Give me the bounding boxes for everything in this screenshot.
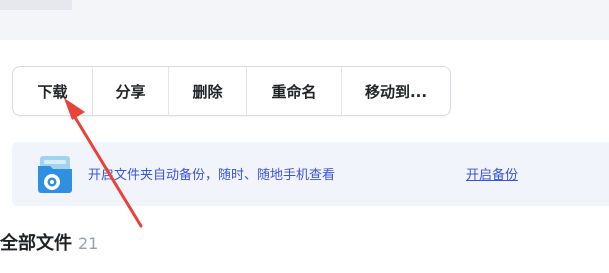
banner-message: 开启文件夹自动备份，随时、随地手机查看 xyxy=(88,168,336,183)
all-files-heading: 全部文件 21 xyxy=(0,229,98,255)
rename-button[interactable]: 重命名 xyxy=(247,67,342,115)
auto-backup-banner: 开启文件夹自动备份，随时、随地手机查看 开启备份 xyxy=(12,142,609,206)
move-to-button[interactable]: 移动到... xyxy=(342,67,450,115)
file-count: 21 xyxy=(78,234,99,253)
page: 下载 分享 删除 重命名 移动到... 开启文件夹自动备份，随时、随地手机查看 … xyxy=(0,0,609,273)
top-strip-tab xyxy=(0,0,72,10)
download-button[interactable]: 下载 xyxy=(13,67,93,115)
enable-backup-link[interactable]: 开启备份 xyxy=(466,164,518,183)
file-action-toolbar: 下载 分享 删除 重命名 移动到... xyxy=(12,66,451,116)
delete-button[interactable]: 删除 xyxy=(169,67,247,115)
all-files-title: 全部文件 xyxy=(0,233,72,254)
share-button[interactable]: 分享 xyxy=(93,67,169,115)
folder-backup-icon xyxy=(38,156,72,193)
top-strip xyxy=(0,0,609,40)
